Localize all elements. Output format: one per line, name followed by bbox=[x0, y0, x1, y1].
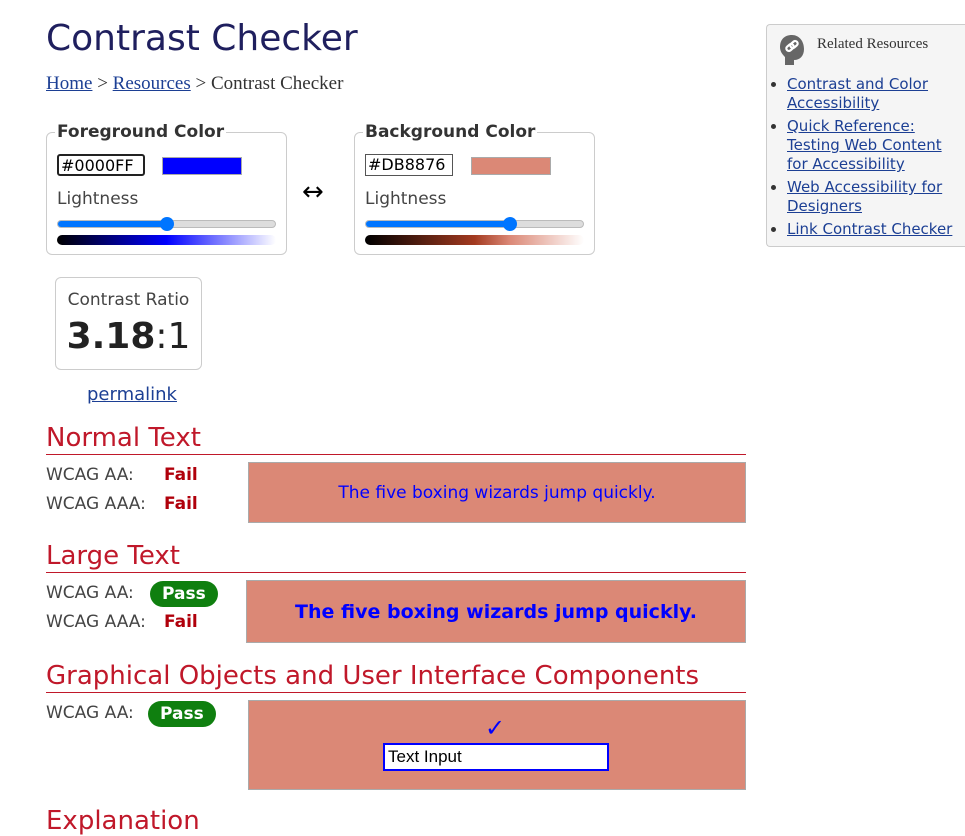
large-aaa-result: Fail bbox=[164, 612, 198, 632]
large-aa-result: Pass bbox=[150, 581, 218, 607]
breadcrumb-home-link[interactable]: Home bbox=[46, 73, 92, 94]
swap-colors-icon[interactable]: ↔ bbox=[302, 177, 324, 207]
graphical-aa-label: WCAG AA: bbox=[46, 703, 134, 723]
list-item: Link Contrast Checker bbox=[787, 220, 957, 239]
foreground-legend: Foreground Color bbox=[55, 122, 227, 142]
background-slider-thumb[interactable] bbox=[502, 217, 517, 231]
checkmark-icon: ✓ bbox=[485, 714, 506, 742]
related-resources-title: Related Resources bbox=[817, 36, 929, 52]
large-text-sample: The five boxing wizards jump quickly. bbox=[246, 580, 746, 643]
graphical-objects-heading: Graphical Objects and User Interface Com… bbox=[46, 661, 746, 693]
explanation-heading: Explanation bbox=[46, 806, 200, 836]
background-legend: Background Color bbox=[363, 122, 538, 142]
contrast-ratio-box: Contrast Ratio 3.18:1 bbox=[55, 277, 202, 370]
resource-link-contrast-color[interactable]: Contrast and Color Accessibility bbox=[787, 75, 928, 112]
large-aaa-label: WCAG AAA: bbox=[46, 612, 146, 632]
foreground-lightness-label: Lightness bbox=[57, 189, 139, 209]
breadcrumb-resources-link[interactable]: Resources bbox=[113, 73, 191, 94]
resource-link-designers[interactable]: Web Accessibility for Designers bbox=[787, 178, 942, 215]
breadcrumb-separator: > bbox=[97, 73, 108, 94]
foreground-lightness-gradient bbox=[57, 235, 276, 245]
page-title: Contrast Checker bbox=[46, 18, 358, 59]
link-icon bbox=[780, 35, 804, 65]
sample-text-input[interactable]: Text Input bbox=[383, 743, 609, 771]
list-item: Contrast and Color Accessibility bbox=[787, 75, 957, 113]
background-hex-input[interactable]: #DB8876 bbox=[365, 154, 453, 176]
normal-aaa-label: WCAG AAA: bbox=[46, 494, 146, 514]
normal-aaa-result: Fail bbox=[164, 494, 198, 514]
list-item: Quick Reference: Testing Web Content for… bbox=[787, 117, 957, 174]
contrast-ratio-suffix: :1 bbox=[155, 316, 191, 357]
graphical-aa-result: Pass bbox=[148, 701, 216, 727]
breadcrumb: Home > Resources > Contrast Checker bbox=[46, 73, 343, 95]
list-item: Web Accessibility for Designers bbox=[787, 178, 957, 216]
resource-link-quick-reference[interactable]: Quick Reference: Testing Web Content for… bbox=[787, 117, 942, 173]
large-text-heading: Large Text bbox=[46, 541, 746, 573]
background-color-picker[interactable] bbox=[471, 157, 551, 175]
foreground-hex-input[interactable]: #0000FF bbox=[57, 154, 145, 176]
large-aa-label: WCAG AA: bbox=[46, 583, 134, 603]
normal-text-sample: The five boxing wizards jump quickly. bbox=[248, 462, 746, 523]
background-lightness-slider[interactable] bbox=[365, 220, 584, 228]
breadcrumb-separator: > bbox=[195, 73, 207, 94]
permalink-link[interactable]: permalink bbox=[87, 384, 177, 405]
related-resources-panel: Related Resources Contrast and Color Acc… bbox=[766, 24, 965, 247]
contrast-ratio-number: 3.18 bbox=[66, 316, 156, 357]
background-lightness-gradient bbox=[365, 235, 584, 245]
breadcrumb-current: Contrast Checker bbox=[210, 73, 344, 94]
related-resources-list: Contrast and Color Accessibility Quick R… bbox=[767, 75, 957, 243]
resource-link-link-contrast[interactable]: Link Contrast Checker bbox=[787, 220, 952, 238]
normal-aa-result: Fail bbox=[164, 465, 198, 485]
foreground-color-picker[interactable] bbox=[162, 157, 242, 175]
background-lightness-label: Lightness bbox=[365, 189, 447, 209]
normal-aa-label: WCAG AA: bbox=[46, 465, 134, 485]
normal-text-heading: Normal Text bbox=[46, 423, 746, 455]
contrast-ratio-label: Contrast Ratio bbox=[67, 290, 190, 310]
contrast-ratio-value: 3.18:1 bbox=[56, 316, 201, 357]
foreground-slider-thumb[interactable] bbox=[159, 217, 174, 231]
